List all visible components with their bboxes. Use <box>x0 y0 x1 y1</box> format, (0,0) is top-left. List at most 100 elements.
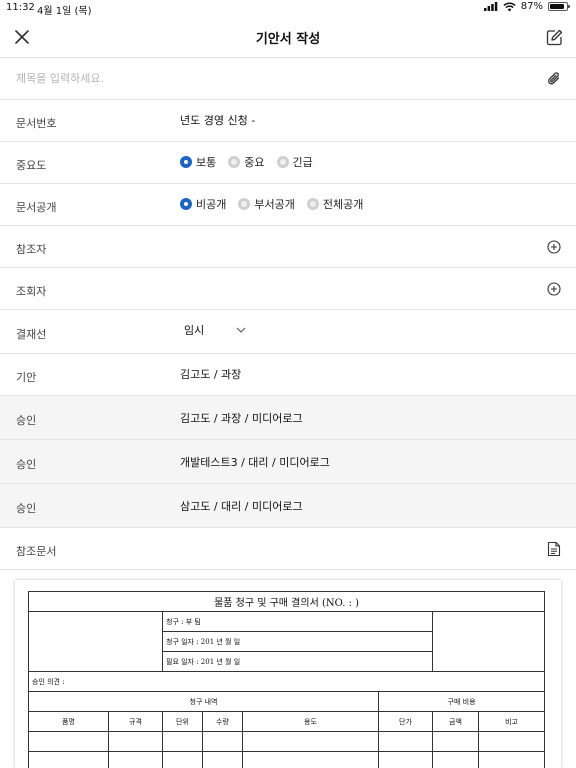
viewer-label: 조회자 <box>16 285 47 298</box>
status-bar: 11:32 4월 1일 (목) 87% <box>0 0 576 17</box>
form-cell <box>242 751 379 768</box>
form-column-header: 금액 <box>432 711 479 732</box>
form-cell <box>242 731 379 752</box>
approver-label: 승인 <box>16 502 37 515</box>
ref-doc-row: 참조문서 <box>0 528 576 570</box>
form-need-date: 필요 일자 : 201 년 월 일 <box>162 651 433 672</box>
radio-label: 중요 <box>244 156 265 169</box>
form-empty-row <box>28 751 546 768</box>
compose-icon <box>546 29 562 45</box>
battery-level <box>550 4 564 9</box>
disclosure-option-department[interactable]: 부서공개 <box>238 196 295 212</box>
importance-option-important[interactable]: 중요 <box>228 154 265 170</box>
signal-icon <box>483 2 498 11</box>
form-cell <box>432 751 479 768</box>
form-cell <box>28 731 109 752</box>
form-column-header: 품명 <box>28 711 109 732</box>
form-column-header: 규격 <box>108 711 163 732</box>
ref-doc-button[interactable] <box>544 539 564 559</box>
importance-option-urgent[interactable]: 긴급 <box>276 154 313 170</box>
radio-label: 부서공개 <box>254 198 295 211</box>
form-blank-cell <box>431 611 546 672</box>
approver-value: 삼고도 / 대리 / 미디어로그 <box>180 500 303 513</box>
approval-line-value: 임시 <box>184 324 205 337</box>
ref-doc-label: 참조문서 <box>16 545 57 558</box>
importance-row: 중요도 보통 중요 긴급 <box>0 142 576 184</box>
radio-label: 비공개 <box>196 198 227 211</box>
form-section-request: 청구 내역 <box>28 691 379 712</box>
form-opinion: 승인 의견 : <box>27 671 546 692</box>
radio-unselected-icon <box>228 156 241 168</box>
add-reference-button[interactable] <box>544 237 564 257</box>
approver-label: 승인 <box>16 458 37 471</box>
disclosure-radio-group: 비공개 부서공개 전체공개 <box>180 196 375 212</box>
wifi-icon <box>503 1 516 11</box>
importance-option-normal[interactable]: 보통 <box>180 154 216 170</box>
chevron-down-icon <box>236 327 246 333</box>
form-cell <box>108 751 163 768</box>
approver-value: 김고도 / 과장 / 미디어로그 <box>180 412 303 425</box>
approver-value: 개발테스트3 / 대리 / 미디어로그 <box>180 456 330 469</box>
approver-row: 승인 김고도 / 과장 / 미디어로그 <box>0 396 576 440</box>
reference-label: 참조자 <box>16 243 47 256</box>
approver-row: 승인 삼고도 / 대리 / 미디어로그 <box>0 484 576 528</box>
battery-icon <box>548 2 570 11</box>
radio-selected-icon <box>180 156 192 168</box>
form-cell <box>432 731 479 752</box>
doc-number-row: 문서번호 년도 경영 신청 - <box>0 100 576 142</box>
subject-row <box>0 58 576 100</box>
add-circle-icon <box>547 282 561 296</box>
form-cell <box>162 751 203 768</box>
radio-unselected-icon <box>238 198 251 210</box>
form-column-header: 수량 <box>202 711 243 732</box>
disclosure-option-private[interactable]: 비공개 <box>180 196 226 212</box>
attach-button[interactable] <box>544 69 564 89</box>
paperclip-icon <box>548 72 560 85</box>
disclosure-option-public[interactable]: 전체공개 <box>306 196 363 212</box>
form-cell <box>202 731 243 752</box>
radio-label: 보통 <box>196 156 217 169</box>
importance-radio-group: 보통 중요 긴급 <box>180 154 325 170</box>
viewer-row: 조회자 <box>0 268 576 310</box>
radio-label: 긴급 <box>292 156 313 169</box>
radio-selected-icon <box>180 198 192 210</box>
purchase-form-table: 물품 청구 및 구매 결의서 (NO. : ) 청구 : 부 팀 청구 일자 :… <box>27 591 546 768</box>
battery-percent: 87% <box>520 1 543 12</box>
form-empty-row <box>28 731 546 752</box>
form-cell <box>162 731 203 752</box>
form-request-date: 청구 일자 : 201 년 월 일 <box>162 631 433 652</box>
form-requester: 청구 : 부 팀 <box>162 611 433 632</box>
document-preview[interactable]: 물품 청구 및 구매 결의서 (NO. : ) 청구 : 부 팀 청구 일자 :… <box>15 580 561 768</box>
disclosure-label: 문서공개 <box>16 201 57 214</box>
reference-row: 참조자 <box>0 226 576 268</box>
page-title: 기안서 작성 <box>255 32 321 47</box>
form-title: 물품 청구 및 구매 결의서 (NO. : ) <box>27 591 546 612</box>
form-cell <box>108 731 163 752</box>
approver-row: 승인 개발테스트3 / 대리 / 미디어로그 <box>0 440 576 484</box>
radio-unselected-icon <box>306 198 319 210</box>
approval-line-label: 결재선 <box>16 328 47 341</box>
form-column-header: 비고 <box>477 711 546 732</box>
drafter-row: 기안 김고도 / 과장 <box>0 354 576 396</box>
document-icon <box>547 541 561 557</box>
form-column-header: 단가 <box>378 711 433 732</box>
add-viewer-button[interactable] <box>544 279 564 299</box>
form-section-cost: 구매 비용 <box>377 691 546 712</box>
approver-label: 승인 <box>16 414 37 427</box>
compose-button[interactable] <box>542 25 566 49</box>
form-cell <box>378 751 433 768</box>
nav-bar: 기안서 작성 <box>0 16 576 58</box>
purchase-form: 물품 청구 및 구매 결의서 (NO. : ) 청구 : 부 팀 청구 일자 :… <box>27 591 546 768</box>
form-column-header: 용도 <box>242 711 379 732</box>
form-cell <box>477 751 546 768</box>
approval-line-select[interactable]: 임시 <box>184 322 246 338</box>
form-cell <box>378 731 433 752</box>
radio-unselected-icon <box>276 156 289 168</box>
form-cell <box>477 731 546 752</box>
drafter-label: 기안 <box>16 371 37 384</box>
form-cell <box>28 751 109 768</box>
form-blank-cell <box>28 611 163 672</box>
subject-input[interactable] <box>16 72 516 85</box>
status-indicators: 87% <box>483 1 570 12</box>
approval-line-row: 결재선 임시 <box>0 310 576 354</box>
